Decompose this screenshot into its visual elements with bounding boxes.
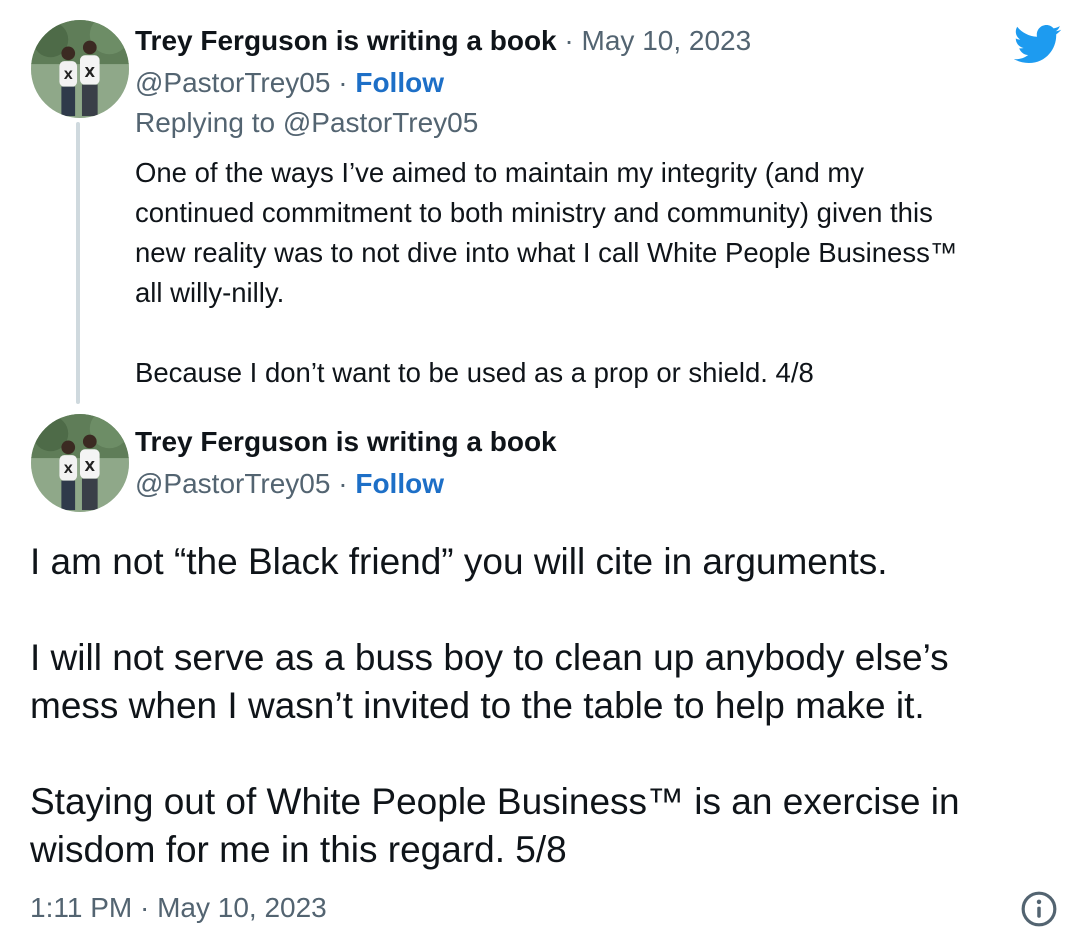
tweet1-text: One of the ways I’ve aimed to maintain m…: [135, 157, 958, 388]
svg-text:X: X: [85, 459, 96, 475]
tweet2-text: I am not “the Black friend” you will cit…: [30, 541, 960, 870]
avatar[interactable]: X X: [31, 414, 129, 512]
tweet2-header: Trey Ferguson is writing a book: [135, 424, 557, 460]
tweet1-header: Trey Ferguson is writing a book · May 10…: [135, 23, 751, 59]
twitter-bird-icon[interactable]: [1014, 24, 1062, 66]
author-name[interactable]: Trey Ferguson is writing a book: [135, 25, 557, 56]
avatar[interactable]: X X: [31, 20, 129, 118]
tweet2-handle-row: @PastorTrey05 · Follow: [135, 466, 444, 502]
info-icon[interactable]: [1020, 890, 1058, 928]
header-separator: ·: [564, 25, 574, 56]
svg-text:X: X: [85, 65, 96, 81]
svg-text:X: X: [64, 462, 73, 476]
follow-button[interactable]: Follow: [355, 67, 444, 98]
author-handle[interactable]: @PastorTrey05: [135, 468, 330, 499]
follow-button[interactable]: Follow: [355, 468, 444, 499]
avatar-photo: X X: [31, 414, 129, 512]
tweet1-handle-row: @PastorTrey05 · Follow: [135, 65, 444, 101]
tweet-timestamp[interactable]: 1:11 PM · May 10, 2023: [30, 890, 327, 926]
replying-to[interactable]: Replying to @PastorTrey05: [135, 105, 478, 141]
tweet-date[interactable]: May 10, 2023: [582, 25, 752, 56]
author-name[interactable]: Trey Ferguson is writing a book: [135, 426, 557, 457]
handle-separator: ·: [338, 468, 348, 499]
author-handle[interactable]: @PastorTrey05: [135, 67, 330, 98]
svg-text:X: X: [64, 68, 73, 82]
avatar-photo: X X: [31, 20, 129, 118]
handle-separator: ·: [338, 67, 348, 98]
thread-connector-line: [76, 122, 80, 404]
